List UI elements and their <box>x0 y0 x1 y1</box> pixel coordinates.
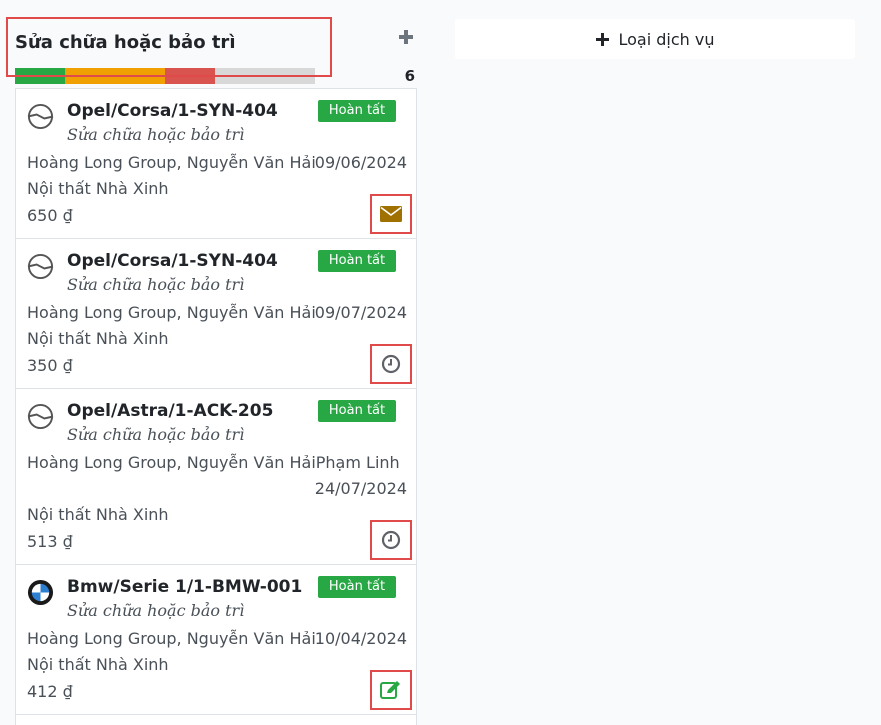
card-price: 650 ₫ <box>27 206 73 225</box>
kanban-column: Sửa chữa hoặc bảo trì 6 Opel/Corsa/1-SYN… <box>6 0 417 725</box>
card-title: Opel/Astra/1-ACK-205 <box>67 401 274 421</box>
activity-button[interactable] <box>370 194 412 234</box>
card-title: Bmw/Serie 1/1-BMW-001 <box>67 577 303 597</box>
card-subtitle: Sửa chữa hoặc bảo trì <box>67 275 245 294</box>
card-date: 10/04/2024 <box>314 629 407 648</box>
card-price: 350 ₫ <box>27 356 73 375</box>
status-badge: Hoàn tất <box>318 400 396 422</box>
highlight-box <box>6 17 332 77</box>
card-date: 24/07/2024 <box>314 479 407 498</box>
card-price: 513 ₫ <box>27 532 73 551</box>
card-company: Nội thất Nhà Xinh <box>27 505 169 524</box>
card-title: Opel/Corsa/1-SYN-404 <box>67 101 278 121</box>
envelope-icon <box>380 206 402 222</box>
card-company: Nội thất Nhà Xinh <box>27 329 169 348</box>
card-customer: Hoàng Long Group, Nguyễn Văn Hải <box>27 153 316 172</box>
plus-icon <box>595 32 609 46</box>
card-company: Nội thất Nhà Xinh <box>27 179 169 198</box>
status-badge: Hoàn tất <box>318 250 396 272</box>
kanban-card[interactable]: Opel/Astra/1-ACK-205 Sửa chữa hoặc bảo t… <box>16 389 416 565</box>
kanban-card[interactable]: Opel/Corsa/1-SYN-404 Sửa chữa hoặc bảo t… <box>16 89 416 239</box>
card-customer: Hoàng Long Group, Nguyễn Văn Hải <box>27 303 316 322</box>
card-subtitle: Sửa chữa hoặc bảo trì <box>67 425 245 444</box>
card-customer: Hoàng Long Group, Nguyễn Văn Hải <box>27 629 316 648</box>
opel-logo-icon <box>27 253 54 280</box>
opel-logo-icon <box>27 403 54 430</box>
kanban-card[interactable]: Opel/Corsa/1-SYN-404 Sửa chữa hoặc bảo t… <box>16 239 416 389</box>
kanban-card[interactable]: Bmw/Serie 1/1-BMW-001 Sửa chữa hoặc bảo … <box>16 565 416 715</box>
card-price: 412 ₫ <box>27 682 73 701</box>
card-partial <box>16 715 416 725</box>
card-date: 09/06/2024 <box>314 153 407 172</box>
clock-icon <box>381 354 401 374</box>
add-service-type-button[interactable]: Loại dịch vụ <box>455 19 855 59</box>
bmw-logo-icon <box>27 579 54 606</box>
clock-icon <box>381 530 401 550</box>
opel-logo-icon <box>27 103 54 130</box>
status-badge: Hoàn tất <box>318 576 396 598</box>
card-company: Nội thất Nhà Xinh <box>27 655 169 674</box>
edit-icon <box>380 681 400 699</box>
status-badge: Hoàn tất <box>318 100 396 122</box>
card-subtitle: Sửa chữa hoặc bảo trì <box>67 601 245 620</box>
card-list: Opel/Corsa/1-SYN-404 Sửa chữa hoặc bảo t… <box>15 88 417 725</box>
card-date: 09/07/2024 <box>314 303 407 322</box>
column-count: 6 <box>404 67 415 85</box>
card-customer: Hoàng Long Group, Nguyễn Văn HảiPhạm Lin… <box>27 453 400 472</box>
activity-button[interactable] <box>370 344 412 384</box>
add-card-plus-icon[interactable] <box>397 28 415 46</box>
card-subtitle: Sửa chữa hoặc bảo trì <box>67 125 245 144</box>
activity-button[interactable] <box>370 520 412 560</box>
activity-button[interactable] <box>370 670 412 710</box>
add-service-type-label: Loại dịch vụ <box>618 29 715 49</box>
card-title: Opel/Corsa/1-SYN-404 <box>67 251 278 271</box>
